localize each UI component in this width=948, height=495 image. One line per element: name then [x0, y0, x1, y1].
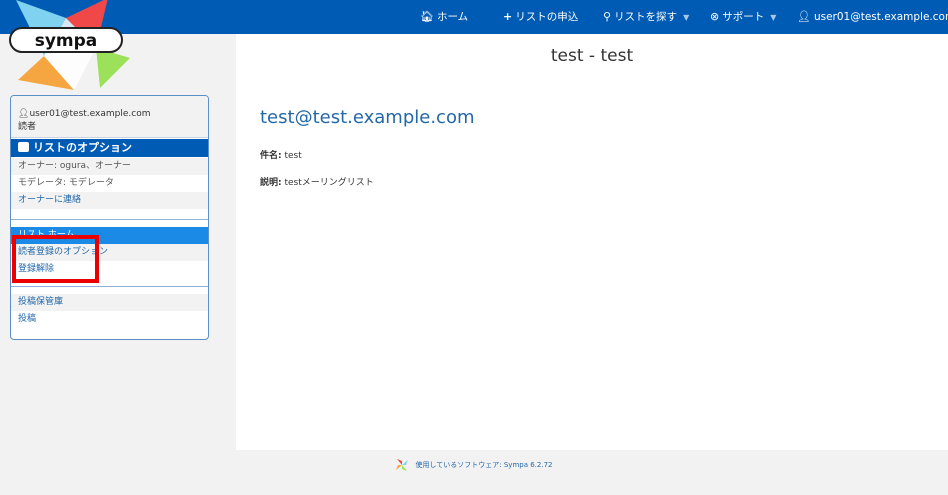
- home-icon: 🏠︎: [420, 10, 434, 23]
- envelope-icon: [18, 142, 29, 152]
- nav-request-list[interactable]: + リストの申込: [503, 0, 578, 34]
- sidebar-divider: [11, 219, 208, 220]
- sidebar-item-post[interactable]: 投稿: [11, 311, 208, 328]
- description-label: 説明:: [260, 178, 282, 188]
- highlight-box: [12, 235, 99, 283]
- main-content: test - test test@test.example.com 件名: te…: [236, 34, 948, 450]
- top-navbar: 🏠︎ ホーム + リストの申込 ⚲ リストを探す ▼ ⊗ サポート ▼ 👤︎ user01@t…: [0, 0, 948, 34]
- logo-text: sympa: [35, 31, 98, 51]
- sidebar-user: 👤︎user01@test.example.com: [18, 109, 151, 119]
- sidebar-item-contact-owner[interactable]: オーナーに連絡: [11, 192, 208, 209]
- user-icon: 👤︎: [18, 109, 30, 119]
- nav-support[interactable]: ⊗ サポート ▼: [710, 0, 776, 34]
- user-box: 👤︎user01@test.example.com 読者: [11, 96, 208, 138]
- nav-home-label: ホーム: [436, 11, 469, 23]
- sympa-logo[interactable]: sympa: [4, 0, 132, 92]
- nav-find-list[interactable]: ⚲ リストを探す ▼: [603, 0, 689, 34]
- sidebar-user-email: user01@test.example.com: [29, 109, 151, 119]
- nav-home[interactable]: 🏠︎ ホーム: [420, 0, 468, 34]
- lifebuoy-icon: ⊗: [710, 10, 720, 23]
- chevron-down-icon: ▼: [683, 13, 690, 22]
- list-title: test - test: [550, 46, 634, 66]
- sidebar-divider: [11, 286, 208, 287]
- nav-support-label: サポート: [722, 11, 765, 23]
- nav-find-list-label: リストを探す: [614, 11, 678, 23]
- nav-user[interactable]: 👤︎user01@test.example.com▼: [797, 0, 948, 34]
- description-line: 説明: testメーリングリスト: [260, 175, 374, 188]
- footer-text[interactable]: 使用しているソフトウェア: Sympa 6.2.72: [415, 461, 552, 469]
- sidebar-moderator: モデレータ: モデレータ: [18, 178, 114, 188]
- description-value: testメーリングリスト: [284, 178, 374, 188]
- footer: 使用しているソフトウェア: Sympa 6.2.72: [0, 458, 948, 472]
- search-icon: ⚲: [603, 10, 612, 23]
- sidebar-owner: オーナー: ogura、オーナー: [11, 158, 208, 175]
- sidebar: 👤︎user01@test.example.com 読者 リストのオプション オ…: [10, 95, 209, 340]
- sidebar-user-role: 読者: [18, 122, 37, 132]
- user-icon: 👤︎: [797, 10, 811, 23]
- options-header-label: リストのオプション: [33, 141, 132, 154]
- nav-request-list-label: リストの申込: [515, 11, 579, 23]
- chevron-down-icon: ▼: [770, 13, 777, 22]
- subject-line: 件名: test: [260, 148, 302, 161]
- subject-value: test: [284, 151, 302, 161]
- options-header: リストのオプション: [11, 139, 208, 157]
- sympa-small-logo: [396, 459, 409, 471]
- plus-icon: +: [503, 10, 513, 23]
- list-email: test@test.example.com: [260, 107, 475, 128]
- sidebar-item-archives[interactable]: 投稿保管庫: [11, 294, 208, 311]
- subject-label: 件名:: [260, 151, 282, 161]
- nav-user-label: user01@test.example.com: [813, 11, 948, 23]
